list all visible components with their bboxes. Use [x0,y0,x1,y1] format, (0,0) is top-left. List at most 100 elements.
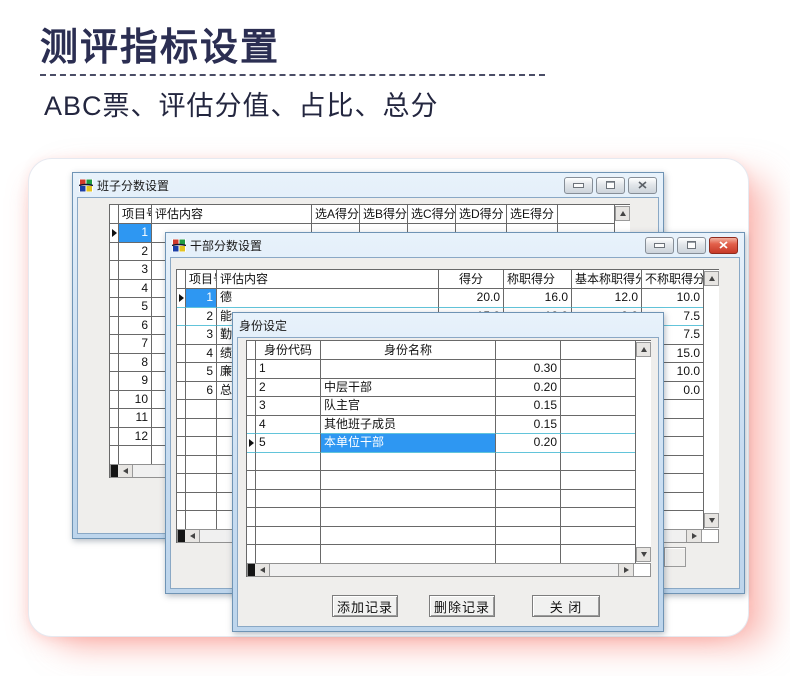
ganbu-titlebar[interactable]: 干部分数设置 [166,233,744,257]
record-selector-cell[interactable] [177,289,186,308]
minimize-button[interactable] [564,177,593,194]
extra-cell[interactable] [561,360,636,379]
item-no-cell[interactable]: 5 [119,298,152,317]
item-no-cell[interactable] [186,400,217,419]
item-no-cell[interactable]: 8 [119,354,152,373]
record-selector-cell[interactable] [177,437,186,456]
shenfen-table-row[interactable] [247,545,651,564]
record-selector-cell[interactable] [110,224,119,243]
record-selector-cell[interactable] [247,490,256,509]
extra-cell[interactable] [561,545,636,564]
identity-code-cell[interactable]: 1 [256,360,321,379]
item-no-cell[interactable]: 3 [119,261,152,280]
identity-name-cell[interactable] [321,490,496,509]
close-button[interactable] [628,177,657,194]
item-no-cell[interactable]: 4 [119,280,152,299]
item-no-cell[interactable]: 2 [186,308,217,327]
item-no-cell[interactable]: 6 [119,317,152,336]
identity-name-cell[interactable]: 本单位干部 [321,434,496,453]
ratio-cell[interactable]: 0.15 [496,416,561,435]
record-selector-cell[interactable] [110,261,119,280]
ratio-cell[interactable]: 0.15 [496,397,561,416]
record-selector-cell[interactable] [177,345,186,364]
shenfen-table-row[interactable] [247,453,651,472]
h-scroll-thumb[interactable] [178,530,185,542]
identity-code-cell[interactable]: 3 [256,397,321,416]
item-no-cell[interactable]: 11 [119,409,152,428]
identity-code-cell[interactable] [256,508,321,527]
scroll-down-button[interactable] [704,513,719,528]
v-scrollbar[interactable] [703,270,719,529]
record-selector-cell[interactable] [110,409,119,428]
record-selector-cell[interactable] [110,317,119,336]
item-no-cell[interactable] [186,511,217,530]
record-selector-cell[interactable] [247,434,256,453]
extra-cell[interactable] [561,508,636,527]
extra-cell[interactable] [561,527,636,546]
record-selector-cell[interactable] [110,391,119,410]
shenfen-table-row[interactable]: 1 0.30 [247,360,651,379]
extra-cell[interactable] [561,397,636,416]
add-record-button[interactable]: 添加记录 [332,595,398,617]
ganbu-table-row[interactable]: 1 德 20.0 16.0 12.0 10.0 [177,289,719,308]
ratio-cell[interactable]: 0.20 [496,434,561,453]
shenfen-titlebar[interactable]: 身份设定 [233,313,663,337]
record-selector-cell[interactable] [110,428,119,447]
identity-code-cell[interactable] [256,545,321,564]
record-selector-cell[interactable] [247,416,256,435]
delete-record-button[interactable]: 删除记录 [429,595,495,617]
record-selector-cell[interactable] [177,326,186,345]
item-no-cell[interactable]: 9 [119,372,152,391]
identity-name-cell[interactable]: 其他班子成员 [321,416,496,435]
record-selector-cell[interactable] [177,493,186,512]
record-selector-cell[interactable] [177,308,186,327]
item-no-cell[interactable]: 6 [186,382,217,401]
record-selector-cell[interactable] [110,372,119,391]
score-cell[interactable]: 20.0 [439,289,504,308]
h-scroll-thumb[interactable] [248,564,255,576]
record-selector-cell[interactable] [177,400,186,419]
item-no-cell[interactable]: 5 [186,363,217,382]
item-no-cell[interactable]: 1 [186,289,217,308]
partially-hidden-button[interactable] [664,547,686,567]
item-no-cell[interactable]: 12 [119,428,152,447]
item-no-cell[interactable]: 1 [119,224,152,243]
extra-cell[interactable] [561,471,636,490]
item-no-cell[interactable] [186,419,217,438]
record-selector-cell[interactable] [110,446,119,465]
shenfen-table-row[interactable] [247,471,651,490]
scroll-right-button[interactable] [618,564,633,576]
item-no-cell[interactable] [186,474,217,493]
identity-code-cell[interactable]: 2 [256,379,321,398]
item-no-cell[interactable]: 7 [119,335,152,354]
extra-cell[interactable] [561,490,636,509]
record-selector-cell[interactable] [110,298,119,317]
identity-name-cell[interactable]: 队主官 [321,397,496,416]
scroll-up-button[interactable] [615,206,630,221]
item-no-cell[interactable]: 2 [119,243,152,262]
maximize-button[interactable] [677,237,706,254]
v-scrollbar[interactable] [635,341,651,563]
identity-name-cell[interactable]: 中层干部 [321,379,496,398]
record-selector-cell[interactable] [177,382,186,401]
record-selector-cell[interactable] [110,243,119,262]
banzi-titlebar[interactable]: 班子分数设置 [73,173,663,197]
record-selector-cell[interactable] [247,545,256,564]
record-selector-cell[interactable] [177,419,186,438]
scroll-left-button[interactable] [185,530,200,542]
record-selector-cell[interactable] [110,280,119,299]
identity-code-cell[interactable] [256,471,321,490]
ratio-cell[interactable]: 0.20 [496,379,561,398]
record-selector-cell[interactable] [247,397,256,416]
record-selector-cell[interactable] [247,471,256,490]
record-selector-cell[interactable] [247,453,256,472]
scroll-up-button[interactable] [636,342,651,357]
scroll-down-button[interactable] [636,547,651,562]
extra-cell[interactable] [561,453,636,472]
record-selector-cell[interactable] [177,474,186,493]
item-no-cell[interactable]: 3 [186,326,217,345]
record-selector-cell[interactable] [247,379,256,398]
competent-score-cell[interactable]: 16.0 [504,289,572,308]
close-button[interactable] [709,237,738,254]
identity-code-cell[interactable]: 4 [256,416,321,435]
